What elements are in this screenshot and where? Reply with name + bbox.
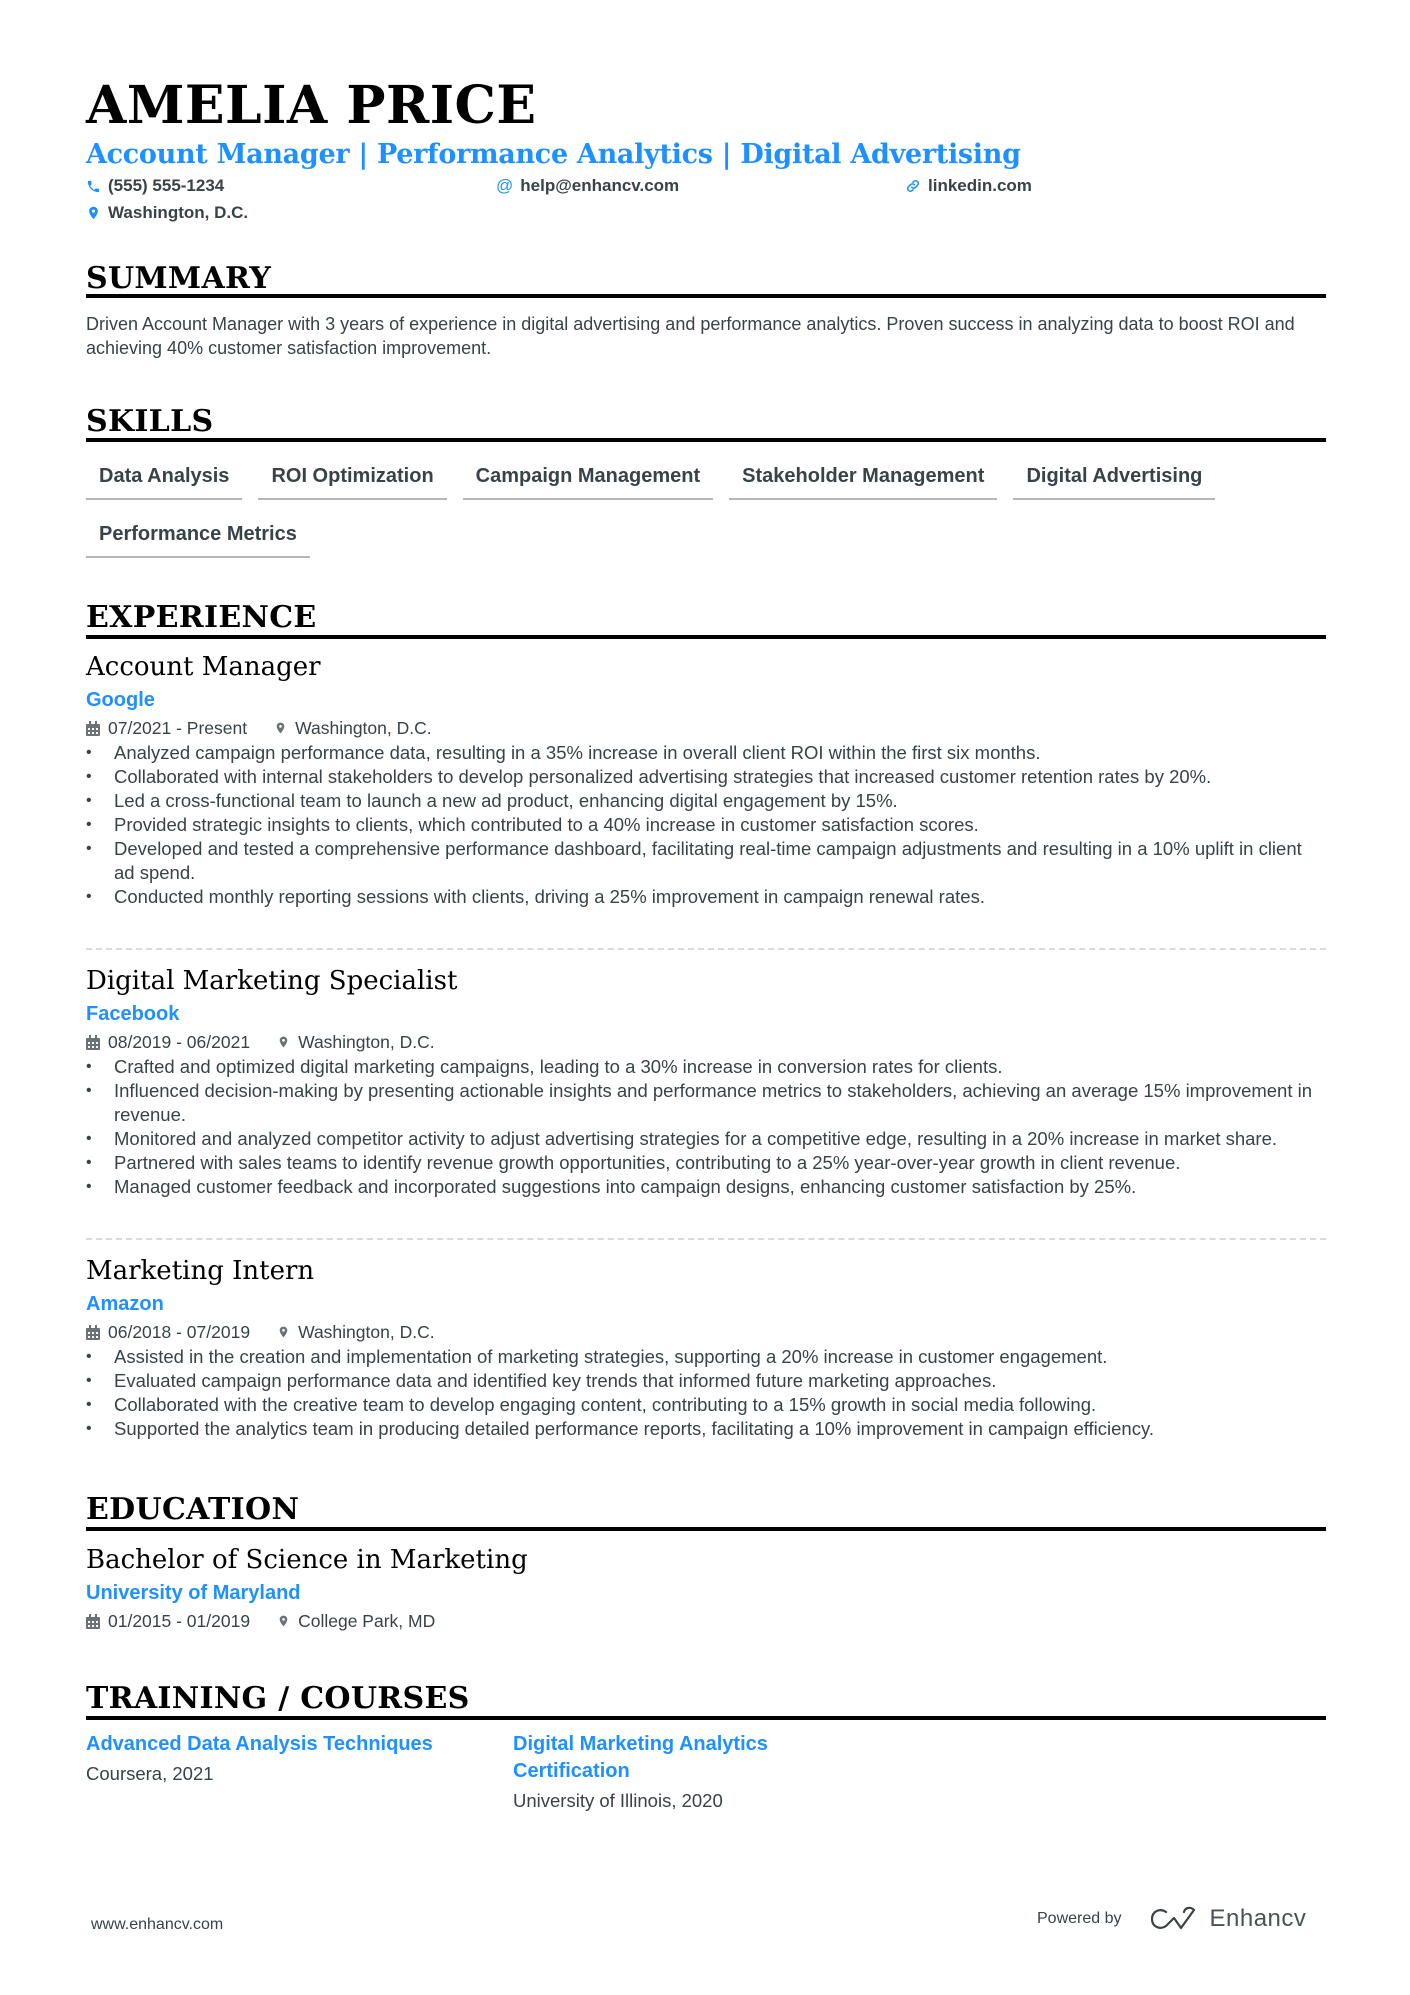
education-location: College Park, MD bbox=[298, 1611, 436, 1631]
bullet-item: Collaborated with internal stakeholders … bbox=[86, 765, 1326, 789]
phone-text: (555) 555-1234 bbox=[108, 176, 225, 195]
job-location: Washington, D.C. bbox=[295, 718, 432, 738]
calendar-icon bbox=[86, 1034, 100, 1050]
location-pin-icon bbox=[89, 206, 98, 220]
section-divider bbox=[86, 294, 1326, 298]
section-title-education: EDUCATION bbox=[86, 1492, 300, 1527]
job-meta: 06/2018 - 07/2019 Washington, D.C. bbox=[86, 1319, 1326, 1345]
bullet-item: Conducted monthly reporting sessions wit… bbox=[86, 885, 1326, 909]
bullet-item: Led a cross-functional team to launch a … bbox=[86, 789, 1326, 813]
headline: Account Manager | Performance Analytics … bbox=[86, 139, 1021, 170]
degree: Bachelor of Science in Marketing bbox=[86, 1545, 528, 1575]
location-pin-icon bbox=[279, 1615, 288, 1627]
contact-phone: (555) 555-1234 bbox=[86, 175, 224, 197]
company-name[interactable]: Google bbox=[86, 686, 1326, 714]
bullet-item: Crafted and optimized digital marketing … bbox=[86, 1055, 1326, 1079]
footer-powered-by: Powered by Enhancv bbox=[1037, 1905, 1306, 1933]
bullet-item: Developed and tested a comprehensive per… bbox=[86, 837, 1326, 885]
bullet-item: Influenced decision-making by presenting… bbox=[86, 1079, 1326, 1127]
contact-email[interactable]: @ help@enhancv.com bbox=[496, 175, 679, 197]
location-text: Washington, D.C. bbox=[108, 203, 249, 222]
job-bullets: Analyzed campaign performance data, resu… bbox=[86, 741, 1326, 909]
section-divider bbox=[86, 1527, 1326, 1531]
at-icon: @ bbox=[496, 176, 514, 195]
job-title: Account Manager bbox=[86, 652, 321, 682]
job-location: Washington, D.C. bbox=[298, 1322, 435, 1342]
job-bullets: Crafted and optimized digital marketing … bbox=[86, 1055, 1326, 1199]
company-name[interactable]: Amazon bbox=[86, 1290, 1326, 1318]
section-title-summary: SUMMARY bbox=[86, 261, 272, 296]
course-entry: Digital Marketing Analytics Certificatio… bbox=[513, 1731, 843, 1814]
bullet-item: Monitored and analyzed competitor activi… bbox=[86, 1127, 1326, 1151]
phone-icon bbox=[87, 180, 100, 192]
course-title[interactable]: Digital Marketing Analytics Certificatio… bbox=[513, 1731, 843, 1785]
section-divider bbox=[86, 635, 1326, 639]
job-title: Digital Marketing Specialist bbox=[86, 966, 458, 996]
bullet-item: Partnered with sales teams to identify r… bbox=[86, 1151, 1326, 1175]
job-bullets: Assisted in the creation and implementat… bbox=[86, 1345, 1326, 1441]
bullet-item: Managed customer feedback and incorporat… bbox=[86, 1175, 1326, 1199]
bullet-item: Supported the analytics team in producin… bbox=[86, 1417, 1326, 1441]
contact-location: Washington, D.C. bbox=[86, 202, 248, 224]
location-pin-icon bbox=[279, 1036, 288, 1048]
entry-divider bbox=[86, 948, 1326, 950]
education-entry: Bachelor of Science in Marketing Univers… bbox=[86, 1543, 1326, 1634]
course-title[interactable]: Advanced Data Analysis Techniques bbox=[86, 1731, 486, 1758]
enhancv-logo-icon bbox=[1150, 1906, 1195, 1930]
job-dates: 06/2018 - 07/2019 bbox=[108, 1322, 251, 1342]
powered-by-label: Powered by bbox=[1037, 1910, 1122, 1927]
bullet-item: Assisted in the creation and implementat… bbox=[86, 1345, 1326, 1369]
skill-tag: Digital Advertising bbox=[1013, 456, 1216, 500]
candidate-name: AMELIA PRICE bbox=[86, 75, 537, 136]
experience-entry: Account Manager Google 07/2021 - Present… bbox=[86, 650, 1326, 909]
skill-tag: Stakeholder Management bbox=[729, 456, 998, 500]
skills-list: Data Analysis ROI Optimization Campaign … bbox=[86, 456, 1326, 558]
bullet-item: Evaluated campaign performance data and … bbox=[86, 1369, 1326, 1393]
location-pin-icon bbox=[276, 722, 285, 734]
course-provider: University of Illinois, 2020 bbox=[513, 1790, 723, 1811]
link-icon bbox=[906, 179, 920, 193]
course-entry: Advanced Data Analysis Techniques Course… bbox=[86, 1731, 486, 1787]
linkedin-link[interactable]: linkedin.com bbox=[928, 175, 1032, 197]
education-dates: 01/2015 - 01/2019 bbox=[108, 1611, 251, 1631]
location-pin-icon bbox=[279, 1326, 288, 1338]
enhancv-brand[interactable]: Enhancv bbox=[1210, 1905, 1307, 1933]
section-title-training: TRAINING / COURSES bbox=[86, 1681, 470, 1716]
skill-tag: Data Analysis bbox=[86, 456, 243, 500]
calendar-icon bbox=[86, 1324, 100, 1340]
experience-entry: Digital Marketing Specialist Facebook 08… bbox=[86, 964, 1326, 1199]
job-meta: 08/2019 - 06/2021 Washington, D.C. bbox=[86, 1029, 1326, 1055]
calendar-icon bbox=[86, 1613, 100, 1629]
job-meta: 07/2021 - Present Washington, D.C. bbox=[86, 715, 1326, 741]
bullet-item: Collaborated with the creative team to d… bbox=[86, 1393, 1326, 1417]
job-dates: 07/2021 - Present bbox=[108, 718, 248, 738]
summary-text: Driven Account Manager with 3 years of e… bbox=[86, 314, 1295, 358]
skill-tag: ROI Optimization bbox=[258, 456, 447, 500]
calendar-icon bbox=[86, 720, 100, 736]
contact-linkedin[interactable]: linkedin.com bbox=[905, 175, 1032, 197]
email-link[interactable]: help@enhancv.com bbox=[520, 175, 679, 197]
course-provider: Coursera, 2021 bbox=[86, 1763, 214, 1784]
education-meta: 01/2015 - 01/2019 College Park, MD bbox=[86, 1608, 1326, 1634]
section-divider bbox=[86, 438, 1326, 442]
experience-entry: Marketing Intern Amazon 06/2018 - 07/201… bbox=[86, 1254, 1326, 1441]
skill-tag: Performance Metrics bbox=[86, 514, 310, 558]
job-dates: 08/2019 - 06/2021 bbox=[108, 1032, 251, 1052]
company-name[interactable]: Facebook bbox=[86, 1000, 1326, 1028]
footer-website[interactable]: www.enhancv.com bbox=[91, 1916, 223, 1934]
job-title: Marketing Intern bbox=[86, 1256, 315, 1286]
section-divider bbox=[86, 1716, 1326, 1720]
school-name[interactable]: University of Maryland bbox=[86, 1579, 1326, 1607]
section-title-skills: SKILLS bbox=[86, 404, 214, 439]
skill-tag: Campaign Management bbox=[462, 456, 714, 500]
job-location: Washington, D.C. bbox=[298, 1032, 435, 1052]
bullet-item: Provided strategic insights to clients, … bbox=[86, 813, 1326, 837]
bullet-item: Analyzed campaign performance data, resu… bbox=[86, 741, 1326, 765]
section-title-experience: EXPERIENCE bbox=[86, 600, 317, 635]
entry-divider bbox=[86, 1238, 1326, 1240]
